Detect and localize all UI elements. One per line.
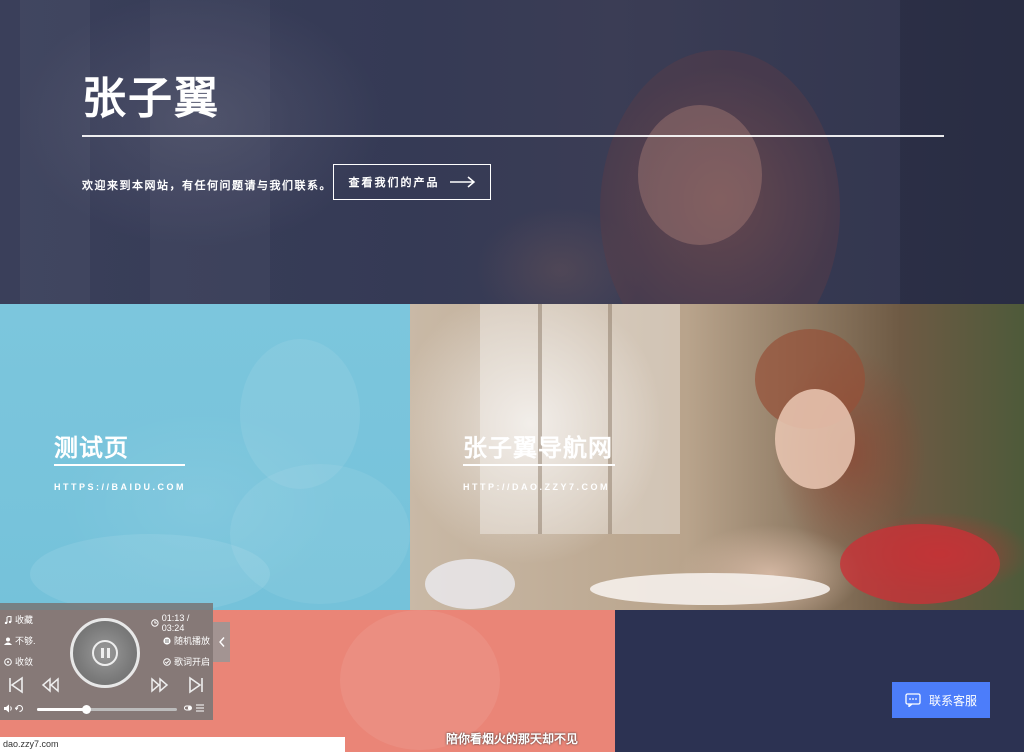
browser-status-url: dao.zzy7.com xyxy=(0,737,345,752)
tile-divider xyxy=(463,464,615,466)
clock-icon xyxy=(151,619,159,627)
player-options[interactable] xyxy=(183,704,204,712)
volume-icon xyxy=(4,704,12,713)
contact-service-button[interactable]: 联系客服 xyxy=(892,682,990,718)
player-collapse-button[interactable] xyxy=(213,622,230,662)
fast-forward-icon xyxy=(151,677,169,693)
skip-forward-icon xyxy=(189,676,203,694)
playlist-icon xyxy=(196,704,204,712)
arrow-right-icon xyxy=(449,176,475,188)
chevron-left-icon xyxy=(218,637,225,647)
artist-row: 不够. xyxy=(4,634,36,647)
hero-banner: 张子翼 欢迎来到本网站，有任何问题请与我们联系。 查看我们的产品 xyxy=(0,0,1024,304)
play-mode-button[interactable]: 随机播放 xyxy=(163,634,210,647)
contact-service-label: 联系客服 xyxy=(928,693,977,708)
favorite-label: 收藏 xyxy=(15,615,34,625)
music-note-icon xyxy=(4,615,12,624)
play-mode-label: 随机播放 xyxy=(174,636,211,646)
tile-title: 测试页 xyxy=(54,435,129,462)
hero-background-photo xyxy=(20,0,1024,304)
user-icon xyxy=(4,637,12,645)
welcome-text: 欢迎来到本网站，有任何问题请与我们联系。 xyxy=(82,180,332,192)
time-row: 01:13 / 03:24 xyxy=(151,613,213,633)
playback-time: 01:13 / 03:24 xyxy=(161,613,190,633)
view-products-button[interactable]: 查看我们的产品 xyxy=(333,164,491,200)
disc-icon xyxy=(4,657,12,666)
favorite-row[interactable]: 收藏 xyxy=(4,613,33,626)
rewind-button[interactable] xyxy=(40,675,60,695)
album-disc xyxy=(70,618,140,688)
progress-fill xyxy=(37,708,86,711)
music-player: 收藏 不够. 收敛 01:13 / 03:24 随机播放 歌词开启 xyxy=(0,603,213,720)
volume-controls[interactable] xyxy=(4,704,24,713)
loop-icon xyxy=(15,705,23,712)
fast-forward-button[interactable] xyxy=(150,675,170,695)
toggle-switch-icon xyxy=(184,705,192,711)
progress-bar[interactable] xyxy=(37,705,177,714)
album-row: 收敛 xyxy=(4,655,33,668)
album-label: 收敛 xyxy=(15,657,34,667)
shuffle-icon xyxy=(163,636,171,645)
rewind-icon xyxy=(41,677,59,693)
skip-back-button[interactable] xyxy=(6,675,26,695)
view-products-label: 查看我们的产品 xyxy=(348,177,440,189)
lyrics-toggle-label: 歌词开启 xyxy=(174,657,211,667)
pause-button[interactable] xyxy=(92,640,118,666)
tile-title: 张子翼导航网 xyxy=(463,435,613,462)
tile-link[interactable]: HTTP://DAO.ZZY7.COM xyxy=(463,482,610,492)
tile-link[interactable]: HTTPS://BAIDU.COM xyxy=(54,482,186,492)
lyrics-toggle[interactable]: 歌词开启 xyxy=(163,655,210,668)
tile-divider xyxy=(54,464,185,466)
check-circle-icon xyxy=(163,657,171,666)
chat-bubble-icon xyxy=(905,693,921,707)
site-title: 张子翼 xyxy=(82,74,220,123)
tile-navigation-site[interactable]: 张子翼导航网 HTTP://DAO.ZZY7.COM xyxy=(410,304,1024,610)
skip-back-icon xyxy=(9,676,23,694)
skip-forward-button[interactable] xyxy=(186,675,206,695)
tile-test-page[interactable]: 测试页 HTTPS://BAIDU.COM xyxy=(0,304,410,610)
artist-name: 不够. xyxy=(15,636,36,646)
hero-divider xyxy=(82,135,944,137)
progress-knob[interactable] xyxy=(82,705,91,714)
